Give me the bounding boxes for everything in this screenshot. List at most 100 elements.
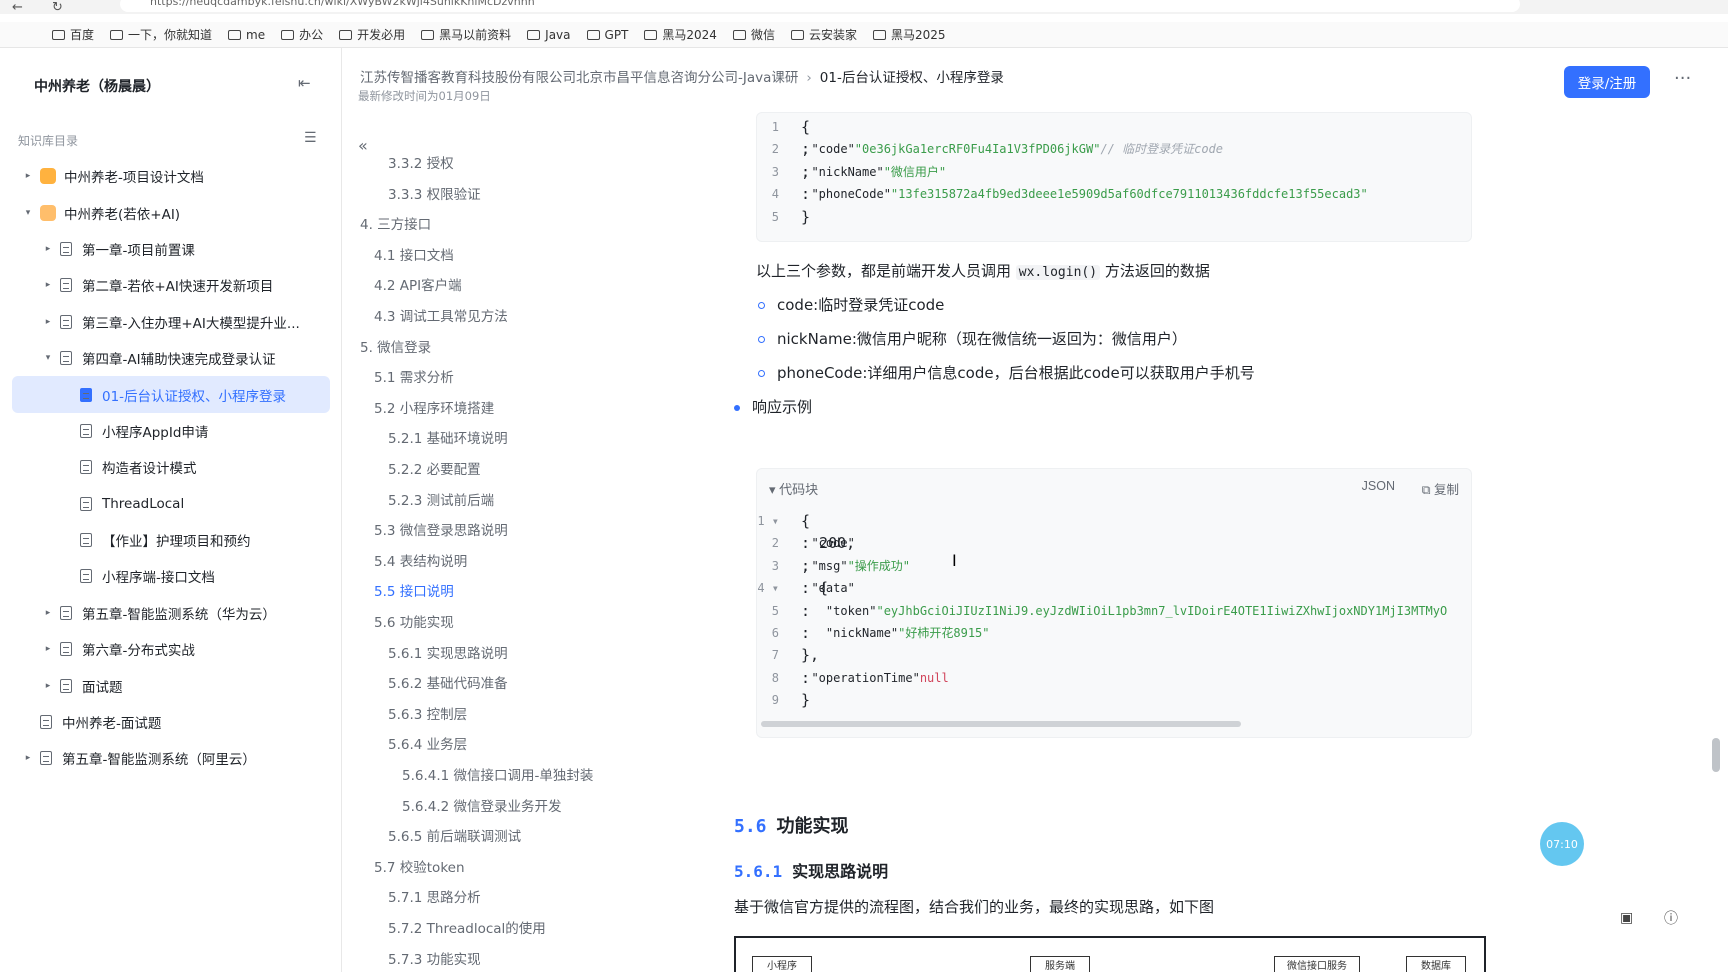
chevron-down-icon[interactable]: ▾ <box>22 208 34 218</box>
chevron-right-icon[interactable]: ▸ <box>42 317 54 327</box>
code-token: : <box>801 668 811 687</box>
tree-item[interactable]: ThreadLocal <box>12 486 330 522</box>
outline-item[interactable]: 5.7 校验token <box>374 856 465 876</box>
codeblock-title[interactable]: ▾ 代码块 <box>769 479 818 498</box>
doc-body: 1{2 "code": "0e36jkGa1ercRF0Fu4Ia1V3fPD0… <box>712 112 1572 972</box>
tree-item[interactable]: ▸ 第六章-分布式实战 <box>12 631 330 667</box>
timer-badge[interactable]: 07:10 <box>1540 822 1584 866</box>
tree-item[interactable]: ▸ 第五章-智能监测系统（华为云） <box>12 595 330 631</box>
tree-item[interactable]: 小程序AppId申请 <box>12 413 330 449</box>
copy-button[interactable]: ⧉ 复制 <box>1422 479 1459 498</box>
bookmark-label: me <box>246 27 266 42</box>
outline-item[interactable]: 5.6.3 控制层 <box>388 703 467 723</box>
chevron-right-icon[interactable]: ▸ <box>22 171 34 181</box>
tree-item[interactable]: ▸ 第三章-入住办理+AI大模型提升业... <box>12 304 330 340</box>
tree-item[interactable]: ▸ 中州养老-项目设计文档 <box>12 158 330 194</box>
list-options-icon[interactable]: ☰ <box>304 130 317 146</box>
back-icon[interactable]: ← <box>12 0 40 14</box>
code-line: 3 "nickName": "微信用户", <box>757 162 946 182</box>
bookmark-item[interactable]: 一下，你就知道 <box>110 26 212 43</box>
outline-item[interactable]: 5.2.2 必要配置 <box>388 458 481 478</box>
bookmark-item[interactable]: GPT <box>586 27 629 42</box>
outline-item[interactable]: 5.7.3 功能实现 <box>388 948 481 968</box>
bookmark-item[interactable]: 黑马2024 <box>644 26 717 43</box>
outline-item[interactable]: 4.3 调试工具常见方法 <box>374 305 508 325</box>
tree-item[interactable]: ▸ 第五章-智能监测系统（阿里云） <box>12 740 330 776</box>
outline-item[interactable]: 5.6.1 实现思路说明 <box>388 642 508 662</box>
chevron-right-icon[interactable]: ▸ <box>22 753 34 763</box>
chevron-right-icon[interactable]: ▸ <box>42 644 54 654</box>
outline-item[interactable]: 5.6.5 前后端联调测试 <box>388 825 521 845</box>
bullet-icon <box>734 404 740 411</box>
bookmark-item[interactable]: 百度 <box>52 26 94 43</box>
tree-item-label: 第六章-分布式实战 <box>82 643 195 660</box>
outline-item[interactable]: 5.6.4 业务层 <box>388 733 467 753</box>
bookmark-item[interactable]: 黑马以前资料 <box>421 26 511 43</box>
outline-item[interactable]: 5.2.1 基础环境说明 <box>388 427 508 447</box>
save-icon[interactable]: ▣ <box>1620 910 1633 926</box>
tree-item[interactable]: ▾ 中州养老(若依+AI) <box>12 194 330 230</box>
collapse-sidebar-icon[interactable]: ⇤ <box>298 74 311 92</box>
outline-item[interactable]: 4. 三方接口 <box>360 213 431 233</box>
outline-item[interactable]: 5.5 接口说明 <box>374 580 454 600</box>
outline-item[interactable]: 5.4 表结构说明 <box>374 550 467 570</box>
chevron-down-icon[interactable]: ▾ <box>42 353 54 363</box>
breadcrumb-parent[interactable]: 江苏传智播客教育科技股份有限公司北京市昌平信息咨询分公司-Java课研 <box>360 70 798 86</box>
outline-item[interactable]: 5.2.3 测试前后端 <box>388 489 494 509</box>
horizontal-scrollbar[interactable] <box>761 721 1241 727</box>
line-number: 6 <box>771 626 779 640</box>
outline-item[interactable]: 5.6.4.1 微信接口调用-单独封装 <box>402 764 593 784</box>
bookmark-item[interactable]: me <box>228 28 265 42</box>
chevron-right-icon[interactable]: ▸ <box>42 681 54 691</box>
outline-item[interactable]: 5.6.2 基础代码准备 <box>388 672 508 692</box>
folder-icon <box>872 29 886 40</box>
codeblock-language[interactable]: JSON <box>1362 479 1395 493</box>
bookmark-item[interactable]: 黑马2025 <box>872 26 946 43</box>
vertical-scrollbar[interactable] <box>1712 112 1722 972</box>
more-icon[interactable]: ··· <box>1674 68 1691 89</box>
bookmark-item[interactable]: 微信 <box>732 26 775 43</box>
outline-item[interactable]: 4.1 接口文档 <box>374 244 454 264</box>
reload-icon[interactable]: ↻ <box>52 0 80 14</box>
tree-item[interactable]: ▸ 第二章-若依+AI快速开发新项目 <box>12 267 330 303</box>
tree-item[interactable]: 【作业】护理项目和预约 <box>12 522 330 558</box>
outline-item[interactable]: 5.6 功能实现 <box>374 611 454 631</box>
outline-item[interactable]: 3.3.2 授权 <box>388 152 454 172</box>
tree-item[interactable]: ▸ 第一章-项目前置课 <box>12 231 330 267</box>
bookmark-item[interactable]: 开发必用 <box>339 26 405 43</box>
outline-item[interactable]: 3.3.3 权限验证 <box>388 183 481 203</box>
flow-diagram: 小程序 服务端 微信接口服务 数据库 <box>734 936 1486 972</box>
paragraph-params: 以上三个参数，都是前端开发人员调用 wx.login() 方法返回的数据 <box>756 260 1210 281</box>
tree-item[interactable]: ▸ 面试题 <box>12 667 330 703</box>
bookmark-label: 办公 <box>299 28 324 42</box>
tree-item[interactable]: 中州养老-面试题 <box>12 704 330 740</box>
outline-item[interactable]: 5.6.4.2 微信登录业务开发 <box>402 795 562 815</box>
tree-item[interactable]: 小程序端-接口文档 <box>12 558 330 594</box>
bullet-icon <box>758 370 765 377</box>
outline-item[interactable]: 5.2 小程序环境搭建 <box>374 397 494 417</box>
collapse-outline-icon[interactable]: « <box>358 136 368 155</box>
tree-item[interactable]: 01-后台认证授权、小程序登录 <box>12 376 330 413</box>
chevron-right-icon[interactable]: ▸ <box>42 244 54 254</box>
code-line: 1{ <box>757 117 810 137</box>
outline-item[interactable]: 5.1 需求分析 <box>374 366 454 386</box>
outline-item[interactable]: 5. 微信登录 <box>360 336 431 356</box>
scrollbar-thumb[interactable] <box>1712 738 1720 772</box>
tree-item[interactable]: ▾ 第四章-AI辅助快速完成登录认证 <box>12 340 330 376</box>
chevron-right-icon[interactable]: ▸ <box>42 280 54 290</box>
address-bar[interactable]: https://heuqcdambyk.feishu.cn/wiki/XWyBW… <box>120 0 1520 12</box>
bookmark-item[interactable]: Java <box>527 28 571 42</box>
tree-item[interactable]: 构造者设计模式 <box>12 449 330 485</box>
outline-item[interactable]: 5.7.2 Threadlocal的使用 <box>388 917 546 937</box>
bookmark-item[interactable]: 云安装家 <box>790 26 857 43</box>
outline-item[interactable]: 4.2 API客户端 <box>374 274 462 294</box>
code-line: 1 ▾ { <box>757 511 810 531</box>
login-button[interactable]: 登录/注册 <box>1564 66 1650 98</box>
outline-item[interactable]: 5.3 微信登录思路说明 <box>374 519 508 539</box>
chevron-right-icon[interactable]: ▸ <box>42 608 54 618</box>
bookmark-label: GPT <box>604 27 629 42</box>
help-icon[interactable]: ⓘ <box>1664 908 1678 928</box>
outline-item[interactable]: 5.7.1 思路分析 <box>388 886 481 906</box>
bookmark-item[interactable]: 办公 <box>281 26 323 43</box>
chevron-right-icon: › <box>806 70 812 86</box>
